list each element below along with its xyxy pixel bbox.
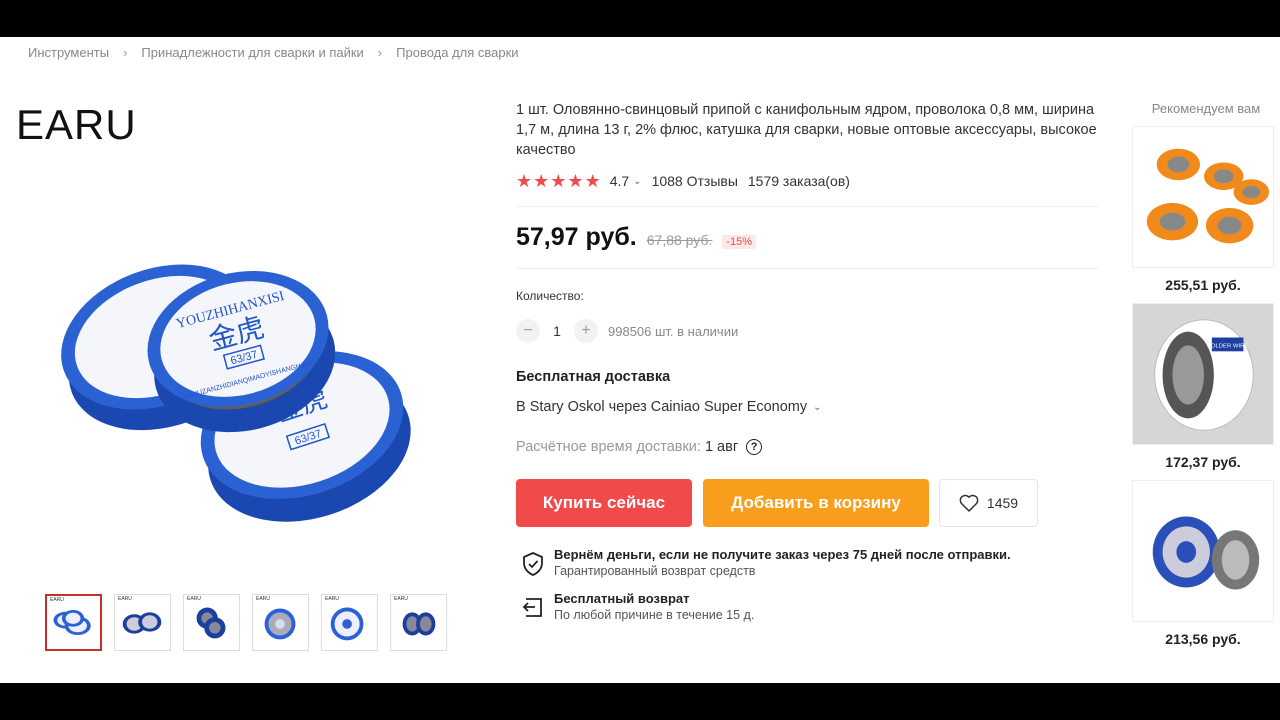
recommended-item-price: 172,37 руб. (1165, 454, 1241, 470)
current-price: 57,97 руб. (516, 223, 637, 251)
heart-icon (959, 494, 979, 512)
shipping-method-selector[interactable]: В Stary Oskol через Cainiao Super Econom… (516, 399, 1102, 415)
recommended-item-image[interactable] (1132, 480, 1274, 622)
rating-value[interactable]: 4.7 (610, 173, 629, 189)
thumbnail-3[interactable]: EARU (183, 594, 240, 651)
guarantee-subtitle: Гарантированный возврат средств (554, 564, 756, 578)
divider (516, 268, 1098, 269)
wishlist-button[interactable]: 1459 (939, 479, 1038, 527)
star-icon: ★ (516, 171, 533, 191)
recommended-item[interactable]: SOLDER WIRE 172,37 руб. (1132, 303, 1274, 470)
shipping-method-label: В Stary Oskol через Cainiao Super Econom… (516, 399, 808, 415)
thumbnail-strip: EARU EARU EARU EARU EARU EARU (45, 594, 447, 651)
quantity-stepper: − 1 + 998506 шт. в наличии (516, 319, 1102, 343)
chevron-down-icon[interactable]: ⌄ (633, 176, 641, 187)
return-box-icon (522, 598, 542, 617)
breadcrumb-item-tools[interactable]: Инструменты (28, 45, 109, 60)
chevron-down-icon: ⌄ (813, 401, 822, 413)
breadcrumb-item-welding-accessories[interactable]: Принадлежности для сварки и пайки (141, 45, 363, 60)
shield-check-icon (523, 552, 543, 576)
add-to-cart-button[interactable]: Добавить в корзину (703, 479, 929, 527)
star-icon: ★ (584, 171, 601, 191)
quantity-plus-button[interactable]: + (574, 319, 598, 343)
star-icon: ★ (550, 171, 567, 191)
rating-stars: ★ ★ ★ ★ ★ (516, 172, 602, 190)
brand-logo: EARU (16, 101, 137, 148)
star-icon: ★ (567, 171, 584, 191)
star-icon: ★ (533, 171, 550, 191)
recommended-item[interactable]: 213,56 руб. (1132, 480, 1274, 647)
delivery-eta: Расчётное время доставки: 1 авг ? (516, 439, 1102, 455)
price-row: 57,97 руб. 67,88 руб. -15% (516, 223, 1102, 252)
recommendations-title: Рекомендуем вам (1151, 101, 1261, 116)
thumbnail-1[interactable]: EARU (45, 594, 102, 651)
action-buttons: Купить сейчас Добавить в корзину 1459 (516, 479, 1102, 527)
return-title: Бесплатный возврат (554, 591, 690, 606)
money-back-guarantee: Вернём деньги, если не получите заказ че… (516, 547, 1102, 579)
thumbnail-2[interactable]: EARU (114, 594, 171, 651)
thumbnail-5[interactable]: EARU (321, 594, 378, 651)
eta-value: 1 авг (704, 439, 739, 455)
product-title: 1 шт. Оловянно-свинцовый припой с канифо… (516, 102, 1097, 158)
guarantee-title: Вернём деньги, если не получите заказ че… (554, 547, 1011, 562)
buy-now-button[interactable]: Купить сейчас (516, 479, 692, 527)
return-subtitle: По любой причине в течение 15 д. (554, 608, 755, 622)
svg-text:SOLDER WIRE: SOLDER WIRE (1207, 343, 1248, 349)
thumbnail-4[interactable]: EARU (252, 594, 309, 651)
orders-count: 1579 заказа(ов) (747, 173, 850, 189)
rating-row: ★ ★ ★ ★ ★ 4.7 ⌄ 1088 Отзывы 1579 заказа(… (516, 172, 1102, 190)
wishlist-count: 1459 (986, 495, 1019, 511)
breadcrumb: Инструменты › Принадлежности для сварки … (28, 45, 519, 60)
main-product-image[interactable]: 金虎 63/37 YOUZHIHANXISI 金虎 63/37 JINHUZAN… (40, 197, 460, 527)
recommended-item[interactable]: 255,51 руб. (1132, 126, 1274, 293)
help-icon[interactable]: ? (746, 439, 763, 455)
stock-count: 998506 шт. в наличии (608, 323, 739, 339)
shipping-title: Бесплатная доставка (516, 369, 671, 385)
divider (516, 206, 1098, 207)
recommendations: Рекомендуем вам 255,51 руб. SOLDER WIRE … (1132, 101, 1274, 647)
quantity-minus-button[interactable]: − (516, 319, 540, 343)
breadcrumb-item-welding-wires[interactable]: Провода для сварки (396, 45, 518, 60)
thumbnail-6[interactable]: EARU (390, 594, 447, 651)
quantity-input[interactable]: 1 (540, 323, 574, 339)
eta-label: Расчётное время доставки: (516, 439, 701, 455)
recommended-item-price: 255,51 руб. (1165, 277, 1241, 293)
old-price: 67,88 руб. (646, 232, 713, 248)
reviews-link[interactable]: 1088 Отзывы (652, 173, 738, 189)
free-return: Бесплатный возврат По любой причине в те… (516, 591, 1102, 623)
product-info: 1 шт. Оловянно-свинцовый припой с канифо… (516, 100, 1102, 623)
recommended-item-price: 213,56 руб. (1165, 631, 1241, 647)
breadcrumb-separator-icon: › (377, 45, 383, 60)
breadcrumb-separator-icon: › (123, 45, 128, 60)
recommended-item-image[interactable]: SOLDER WIRE (1132, 303, 1274, 445)
quantity-label: Количество: (516, 289, 584, 303)
product-page: Инструменты › Принадлежности для сварки … (0, 37, 1280, 683)
discount-badge: -15% (722, 235, 757, 249)
recommended-item-image[interactable] (1132, 126, 1274, 268)
